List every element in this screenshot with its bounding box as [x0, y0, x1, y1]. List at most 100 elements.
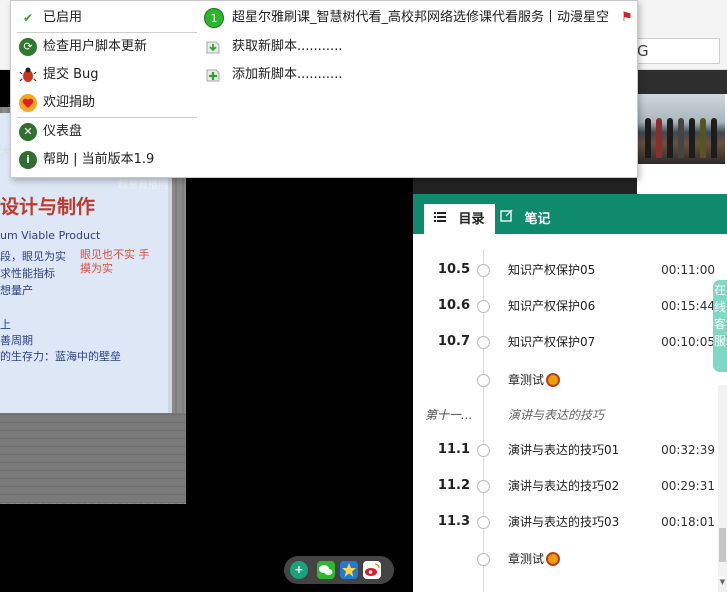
menu-item-label: 检查用户脚本更新 [43, 39, 148, 54]
menu-divider [17, 32, 197, 33]
online-service-tab[interactable]: 在线客服 [713, 280, 727, 372]
photo-person [711, 118, 717, 158]
menu-item-help[interactable]: i 帮助 | 当前版本1.9 [19, 149, 154, 171]
progress-dot [477, 336, 490, 349]
list-item[interactable]: 11.3 演讲与表达的技巧03 00:18:01 [413, 512, 715, 532]
lesson-duration: 00:15:44 [661, 299, 715, 313]
lesson-number: 10.7 [437, 334, 470, 349]
menu-item-add-script[interactable]: 添加新脚本........... [204, 64, 342, 86]
lesson-number: 11.3 [437, 514, 470, 529]
tab-catalog-label: 目录 [458, 211, 485, 227]
address-bar-text: G [637, 42, 649, 60]
progress-dot [477, 264, 490, 277]
photo-person [700, 118, 706, 158]
lesson-title: 演讲与表达的技巧02 [508, 479, 620, 493]
list-item[interactable]: 10.5 知识产权保护05 00:11:00 [413, 260, 715, 280]
slide-line: 善周期 [0, 334, 33, 347]
medal-icon [546, 373, 561, 387]
qzone-icon[interactable] [340, 561, 358, 579]
lesson-number: 10.5 [437, 262, 470, 277]
progress-dot [477, 553, 490, 566]
list-icon [434, 204, 446, 234]
progress-dot [477, 480, 490, 493]
slide-line: 段，眼见为实 [0, 250, 66, 263]
tab-notes-label: 笔记 [524, 211, 551, 227]
menu-item-label: 提交 Bug [43, 67, 99, 82]
add-icon [204, 66, 222, 84]
edit-icon [500, 204, 514, 234]
slide-title: 设计与制作 [0, 196, 96, 218]
photo-person [656, 118, 662, 158]
video-frame-floor [0, 413, 186, 503]
address-bar-fragment[interactable]: G [630, 38, 720, 64]
lesson-duration: 00:32:39 [661, 443, 715, 457]
menu-item-label: 仪表盘 [43, 124, 83, 139]
lesson-title: 知识产权保护05 [508, 263, 596, 277]
chapter-test-label: 章测试 [508, 552, 545, 566]
progress-dot [477, 300, 490, 313]
lesson-duration: 00:18:01 [661, 515, 715, 529]
lesson-duration: 00:10:05 [661, 335, 715, 349]
slide-line: 的生存力：蓝海中的壁垒 [0, 350, 121, 363]
tab-notes[interactable]: 笔记 [500, 204, 551, 234]
lesson-title: 演讲与表达的技巧03 [508, 515, 620, 529]
info-icon: i [19, 151, 37, 169]
lesson-number: 11.1 [437, 442, 470, 457]
menu-item-dashboard[interactable]: ✕ 仪表盘 [19, 121, 82, 143]
flag-icon: ⚑ [621, 10, 633, 25]
slide-line: um Viable Product [0, 229, 101, 242]
lesson-number: 11.2 [437, 478, 470, 493]
check-icon: ✔ [22, 11, 34, 25]
menu-item-report-bug[interactable]: 提交 Bug [19, 64, 99, 86]
list-item[interactable]: 11.1 演讲与表达的技巧01 00:32:39 [413, 440, 715, 460]
heart-icon [19, 94, 37, 112]
photo-person [678, 118, 684, 158]
lesson-duration: 00:11:00 [661, 263, 715, 277]
scroll-down-arrow[interactable]: ▼ [718, 578, 727, 592]
scrollbar-thumb[interactable] [719, 528, 726, 562]
chapter-test-label: 章测试 [508, 373, 545, 387]
slide-line: 求性能指标 [0, 267, 55, 280]
progress-dot [477, 444, 490, 457]
script-number-icon: 1 [204, 8, 224, 28]
bug-icon [19, 66, 37, 84]
photo-person [645, 118, 651, 158]
lesson-duration: 00:29:31 [661, 479, 715, 493]
chapter-title: 演讲与表达的技巧 [508, 408, 605, 422]
progress-dot [477, 374, 490, 387]
menu-item-label: 添加新脚本........... [232, 67, 343, 82]
menu-item-check-updates[interactable]: ⟳ 检查用户脚本更新 [19, 36, 147, 58]
weibo-icon[interactable] [363, 561, 381, 579]
wechat-icon[interactable] [317, 561, 335, 579]
download-icon [204, 38, 222, 56]
photo-person [667, 118, 673, 158]
list-item[interactable]: 章测试 [413, 549, 715, 569]
list-item[interactable]: 章测试 [413, 370, 715, 390]
menu-item-installed-script[interactable]: 1 超星尔雅刷课_智慧树代看_高校邦网络选修课代看服务丨动漫星空 ⚑ [204, 7, 633, 29]
medal-icon [546, 552, 561, 566]
slide-red-text: 眼见也不实 手摸为实 [80, 248, 150, 275]
list-item[interactable]: 11.2 演讲与表达的技巧02 00:29:31 [413, 476, 715, 496]
menu-item-get-scripts[interactable]: 获取新脚本........... [204, 36, 342, 58]
video-watermark: 超星直播网 [118, 180, 168, 191]
slide-line: 想量产 [0, 284, 33, 297]
menu-item-donate[interactable]: 欢迎捐助 [19, 92, 95, 114]
list-item[interactable]: 10.6 知识产权保护06 00:15:44 [413, 296, 715, 316]
menu-item-label: 获取新脚本........... [232, 39, 343, 54]
lesson-title: 演讲与表达的技巧01 [508, 443, 620, 457]
photo-person [689, 118, 695, 158]
menu-item-label: 已启用 [43, 10, 83, 25]
menu-divider [17, 117, 197, 118]
list-item[interactable]: 10.7 知识产权保护07 00:10:05 [413, 332, 715, 352]
slide-line: 上 [0, 318, 11, 331]
progress-dot [477, 516, 490, 529]
lesson-title: 知识产权保护07 [508, 335, 596, 349]
lesson-title: 知识产权保护06 [508, 299, 596, 313]
chapter-label: 第十一... [425, 408, 473, 422]
dashboard-icon: ✕ [19, 123, 37, 141]
tab-catalog[interactable]: 目录 [424, 204, 495, 234]
menu-item-label: 超星尔雅刷课_智慧树代看_高校邦网络选修课代看服务丨动漫星空 [232, 10, 610, 25]
plus-icon[interactable]: + [290, 561, 308, 579]
menu-item-label: 帮助 | 当前版本1.9 [43, 152, 155, 167]
menu-item-enabled[interactable]: ✔ 已启用 [19, 7, 82, 29]
